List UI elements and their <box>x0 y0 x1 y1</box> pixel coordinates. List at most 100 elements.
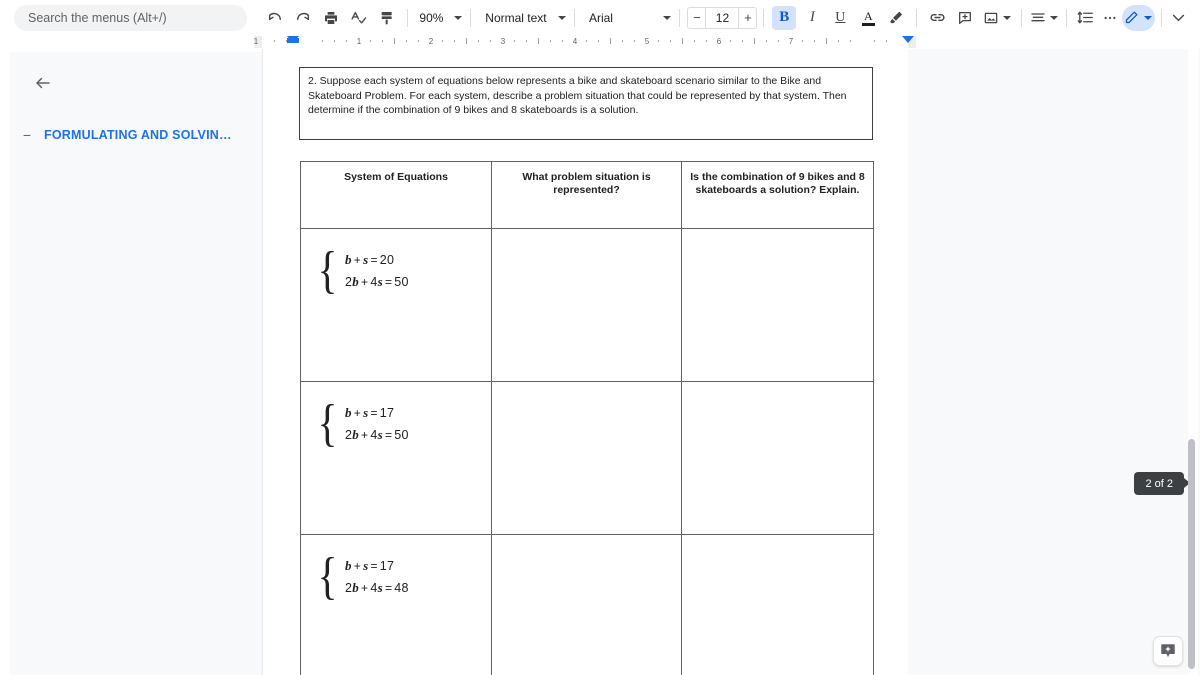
toolbar-divider <box>1066 8 1067 27</box>
coefficient: 4 <box>370 275 378 290</box>
collapse-icon[interactable]: − <box>18 128 36 142</box>
ruler-number: 3 <box>500 37 506 46</box>
sidebar-item-formulating-and-solving[interactable]: − FORMULATING AND SOLVIN… <box>18 122 262 148</box>
horizontal-ruler[interactable]: 1 1 2 3 4 5 6 7 <box>254 35 916 49</box>
table-header-row: System of Equations What problem situati… <box>300 161 874 229</box>
left-indent-marker[interactable] <box>287 36 299 43</box>
line-spacing-icon[interactable] <box>1075 6 1096 30</box>
toolbar-divider <box>470 8 472 27</box>
problem-situation-cell[interactable] <box>491 228 682 382</box>
operator: + <box>353 406 362 421</box>
coefficient: 4 <box>370 428 378 443</box>
undo-icon[interactable] <box>263 6 287 30</box>
spark-bubble-icon <box>1161 644 1175 657</box>
vertical-scrollbar[interactable] <box>1188 49 1198 675</box>
add-comment-icon[interactable] <box>953 6 977 30</box>
variable: b <box>344 252 352 268</box>
history-group <box>261 6 401 30</box>
prompt-textbox[interactable]: 2. Suppose each system of equations belo… <box>299 67 873 140</box>
equation-line: 2b +4s = 50 <box>345 274 409 290</box>
google-docs-window: Search the menus (Alt+/) 90% Normal text… <box>0 0 1200 675</box>
system-of-equations-cell[interactable]: { b + s = 17 2b +4s = 48 <box>300 534 492 675</box>
solution-explain-cell[interactable] <box>681 534 874 675</box>
redo-icon[interactable] <box>291 6 315 30</box>
font-family-select[interactable]: Arial <box>581 6 673 30</box>
back-arrow-icon[interactable] <box>30 70 56 96</box>
table-header-cell: What problem situation is represented? <box>491 161 682 229</box>
underline-button[interactable]: U <box>828 6 852 30</box>
gemini-button[interactable] <box>1153 636 1183 666</box>
toolbar-divider <box>1021 8 1023 27</box>
zoom-select[interactable]: 90% <box>413 6 464 30</box>
paragraph-style-select[interactable]: Normal text <box>477 6 568 30</box>
variable: b <box>344 405 352 421</box>
font-size-increase-button[interactable]: + <box>739 6 758 29</box>
worksheet-table[interactable]: System of Equations What problem situati… <box>300 161 874 675</box>
equals-sign: = <box>370 406 378 421</box>
right-hand-side: 50 <box>394 428 409 443</box>
equation-line: 2b +4s = 48 <box>345 580 409 596</box>
equals-sign: = <box>370 253 378 268</box>
operator: + <box>353 253 362 268</box>
highlight-color-icon[interactable] <box>884 6 908 30</box>
toolbar-divider <box>763 8 765 27</box>
problem-situation-cell[interactable] <box>491 381 682 535</box>
print-icon[interactable] <box>319 6 343 30</box>
equation-system: { b + s = 17 2b +4s = 48 <box>315 548 409 605</box>
problem-situation-cell[interactable] <box>491 534 682 675</box>
coefficient: 4 <box>370 581 378 596</box>
editing-mode-button[interactable] <box>1122 4 1155 31</box>
chevron-down-icon <box>454 15 463 20</box>
system-of-equations-cell[interactable]: { b + s = 20 2b +4s = 50 <box>300 228 492 382</box>
table-header-cell: System of Equations <box>300 161 492 229</box>
curly-brace-icon: { <box>317 395 338 452</box>
bold-button[interactable]: B <box>772 5 797 30</box>
ruler-number: 1 <box>253 37 259 46</box>
prompt-text: 2. Suppose each system of equations belo… <box>308 75 847 117</box>
ruler-number: 5 <box>644 37 650 46</box>
collapse-menus-icon[interactable] <box>1168 5 1190 31</box>
align-button[interactable] <box>1030 6 1059 30</box>
right-hand-side: 20 <box>379 253 395 268</box>
paragraph-style-value: Normal text <box>485 10 547 25</box>
table-row: { b + s = 17 2b +4s = 48 <box>300 534 874 675</box>
right-indent-marker[interactable] <box>902 36 914 43</box>
toolbar-divider <box>574 8 575 27</box>
font-size-input[interactable]: 12 <box>705 6 740 29</box>
sidebar-item-label: FORMULATING AND SOLVIN… <box>44 128 232 142</box>
page-indicator-label: 2 of 2 <box>1145 477 1173 490</box>
toolbar-divider <box>1160 8 1162 27</box>
text-color-button[interactable]: A <box>856 6 880 30</box>
font-size-decrease-button[interactable]: − <box>687 6 706 29</box>
equation-line: 2b +4s = 50 <box>345 427 409 443</box>
solution-explain-cell[interactable] <box>681 381 874 535</box>
scrollbar-thumb[interactable] <box>1188 439 1195 669</box>
ruler-number: 2 <box>428 37 434 46</box>
document-page[interactable]: 2. Suppose each system of equations belo… <box>263 49 908 675</box>
right-hand-side: 17 <box>379 406 395 421</box>
page-indicator-tooltip: 2 of 2 <box>1134 472 1190 495</box>
chevron-down-icon <box>1050 15 1059 20</box>
curly-brace-icon: { <box>317 548 338 605</box>
text-color-label: A <box>863 8 873 23</box>
solution-explain-cell[interactable] <box>681 228 874 382</box>
spell-check-icon[interactable] <box>347 6 371 30</box>
toolbar-divider <box>916 8 918 27</box>
font-size-stepper: − 12 + <box>687 6 758 29</box>
search-placeholder-text: Search the menus (Alt+/) <box>28 10 167 25</box>
equals-sign: = <box>384 581 393 596</box>
chevron-down-icon <box>662 15 671 20</box>
search-input[interactable]: Search the menus (Alt+/) <box>14 4 247 31</box>
underline-label: U <box>835 9 846 25</box>
link-icon[interactable] <box>925 6 949 30</box>
paint-format-icon[interactable] <box>375 6 399 30</box>
equation-line: b + s = 20 <box>345 252 409 268</box>
right-hand-side: 17 <box>379 559 395 574</box>
toolbar: Search the menus (Alt+/) 90% Normal text… <box>0 0 1200 35</box>
system-of-equations-cell[interactable]: { b + s = 17 2b +4s = 50 <box>300 381 492 535</box>
document-outline-panel: − FORMULATING AND SOLVIN… <box>10 52 262 675</box>
more-options-icon[interactable] <box>1100 6 1121 30</box>
insert-image-button[interactable] <box>981 6 1013 30</box>
equation-line: b + s = 17 <box>345 558 409 574</box>
italic-button[interactable]: I <box>800 6 824 30</box>
